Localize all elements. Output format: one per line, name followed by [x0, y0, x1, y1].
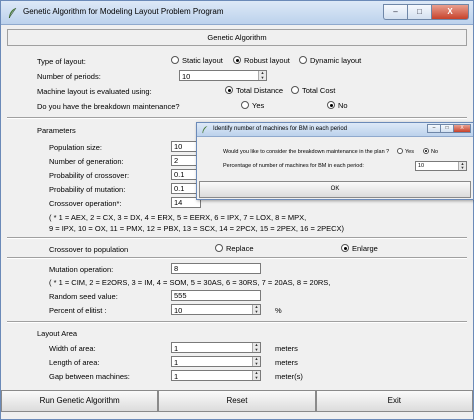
dialog-radio-yes[interactable]: Yes [397, 148, 414, 155]
elitist-spinner[interactable]: 10 ▲ ▼ [171, 304, 261, 315]
exit-button[interactable]: Exit [315, 390, 473, 412]
radio-total-distance[interactable]: Total Distance [225, 86, 283, 95]
radio-circle [241, 101, 249, 109]
minimize-button[interactable]: – [383, 4, 407, 20]
mutation-legend: ( * 1 = CIM, 2 = E2ORS, 3 = IM, 4 = SOM,… [49, 278, 331, 287]
length-label: Length of area: [49, 358, 100, 367]
radio-circle [215, 244, 223, 252]
radio-circle [291, 86, 299, 94]
spin-down-icon[interactable]: ▼ [253, 375, 260, 381]
radio-robust-layout[interactable]: Robust layout [233, 56, 290, 65]
radio-total-cost[interactable]: Total Cost [291, 86, 335, 95]
crossover-op-label: Crossover operation*: [49, 199, 122, 208]
radio-circle-selected [233, 56, 241, 64]
radio-circle-selected [225, 86, 233, 94]
dialog-close-button[interactable]: X [453, 124, 471, 133]
periods-spinner[interactable]: 10 ▲ ▼ [179, 70, 267, 81]
divider [7, 257, 467, 259]
evaluation-label: Machine layout is evaluated using: [37, 87, 152, 96]
button-bar: Run Genetic Algorithm Reset Exit [1, 390, 473, 412]
dialog-percent-spinner[interactable]: 10 ▲ ▼ [415, 161, 467, 171]
spin-down-icon[interactable]: ▼ [459, 166, 466, 170]
breakdown-label: Do you have the breakdown maintenance? [37, 102, 180, 111]
seed-field[interactable]: 555 [171, 290, 261, 301]
spin-down-icon[interactable]: ▼ [259, 75, 266, 81]
run-genetic-algorithm-button[interactable]: Run Genetic Algorithm [1, 390, 159, 412]
radio-enlarge[interactable]: Enlarge [341, 244, 378, 253]
feather-icon [8, 7, 17, 19]
gap-spinner[interactable]: 1 ▲ ▼ [171, 370, 261, 381]
radio-dynamic-layout[interactable]: Dynamic layout [299, 56, 361, 65]
dialog-minimize-button[interactable]: – [427, 124, 440, 133]
width-label: Width of area: [49, 344, 96, 353]
layout-area-title: Layout Area [37, 329, 78, 338]
p-crossover-label: Probability of crossover: [49, 171, 130, 180]
dialog-ok-button[interactable]: OK [199, 181, 471, 198]
radio-circle-selected [423, 148, 429, 154]
dialog-title: Identify number of machines for BM in ea… [213, 126, 348, 132]
parameters-title: Parameters [37, 126, 76, 135]
radio-circle [171, 56, 179, 64]
window-title: Genetic Algorithm for Modeling Layout Pr… [23, 7, 224, 16]
p-mutation-label: Probability of mutation: [49, 185, 126, 194]
elitist-label: Percent of elitist : [49, 306, 107, 315]
dialog-percent-label: Percentage of number of machines for BM … [223, 163, 364, 169]
crossover-to-population-label: Crossover to population [49, 245, 129, 254]
radio-circle-selected [327, 101, 335, 109]
length-spinner[interactable]: 1 ▲ ▼ [171, 356, 261, 367]
type-of-layout-label: Type of layout: [37, 57, 86, 66]
main-window: Genetic Algorithm for Modeling Layout Pr… [0, 0, 474, 420]
generation-label: Number of generation: [49, 157, 124, 166]
divider [7, 237, 467, 239]
spin-down-icon[interactable]: ▼ [253, 347, 260, 353]
divider [7, 321, 467, 323]
dialog-maximize-button[interactable]: □ [440, 124, 453, 133]
mutation-label: Mutation operation: [49, 265, 114, 274]
dialog-question: Would you like to consider the breakdown… [223, 149, 390, 155]
population-label: Population size: [49, 143, 102, 152]
dialog-radio-no[interactable]: No [423, 148, 438, 155]
close-button[interactable]: X [431, 4, 469, 20]
section-header: Genetic Algorithm [7, 29, 467, 46]
breakdown-dialog: Identify number of machines for BM in ea… [196, 122, 474, 200]
gap-unit: meter(s) [275, 372, 303, 381]
dialog-title-bar[interactable]: Identify number of machines for BM in ea… [197, 123, 473, 137]
length-unit: meters [275, 358, 298, 367]
title-bar[interactable]: Genetic Algorithm for Modeling Layout Pr… [1, 1, 473, 25]
radio-circle-selected [341, 244, 349, 252]
spin-down-icon[interactable]: ▼ [253, 361, 260, 367]
radio-replace[interactable]: Replace [215, 244, 254, 253]
radio-circle [397, 148, 403, 154]
width-unit: meters [275, 344, 298, 353]
reset-button[interactable]: Reset [158, 390, 316, 412]
seed-label: Random seed value: [49, 292, 118, 301]
crossover-legend: ( * 1 = AEX, 2 = CX, 3 = DX, 4 = ERX, 5 … [49, 213, 345, 233]
spin-down-icon[interactable]: ▼ [253, 309, 260, 315]
elitist-unit: % [275, 306, 282, 315]
periods-label: Number of periods: [37, 72, 101, 81]
radio-breakdown-yes[interactable]: Yes [241, 101, 264, 110]
maximize-button[interactable]: □ [407, 4, 431, 20]
feather-icon [202, 125, 208, 134]
width-spinner[interactable]: 1 ▲ ▼ [171, 342, 261, 353]
radio-circle [299, 56, 307, 64]
mutation-field[interactable]: 8 [171, 263, 261, 274]
radio-breakdown-no[interactable]: No [327, 101, 348, 110]
gap-label: Gap between machines: [49, 372, 130, 381]
divider [7, 117, 467, 119]
radio-static-layout[interactable]: Static layout [171, 56, 223, 65]
